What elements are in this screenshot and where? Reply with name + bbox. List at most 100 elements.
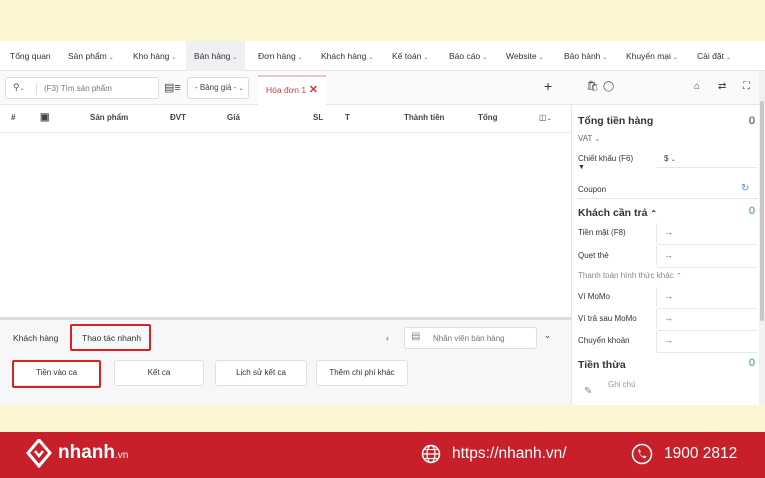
chevron-down-icon: ⌄ (725, 55, 731, 61)
discount-unit-select[interactable]: $ ⌄ (664, 154, 676, 163)
sales-toolbar: ⚲⌄ ▤≡ - Bảng giá - ⌄ Hóa đơn 1 ✕ + 🛍 ◯ ⌂… (0, 71, 765, 105)
change-value: 0 (748, 357, 755, 369)
transfer-label: Chuyển khoản (578, 336, 630, 345)
discount-label: Chiết khấu (F6) (578, 154, 634, 163)
image-icon: ▣ (40, 112, 50, 123)
website-url[interactable]: https://nhanh.vn/ (452, 445, 567, 463)
bag-icon[interactable]: 🛍 (586, 81, 599, 92)
nav-khuyen-mai[interactable]: Khuyến mại ⌄ (626, 41, 678, 71)
cart-items-area (0, 133, 571, 317)
fullscreen-icon[interactable]: ⛶ (743, 81, 750, 92)
nav-bao-cao[interactable]: Báo cáo ⌄ (449, 41, 487, 71)
payment-panel: Tổng tiền hàng 0 VAT ⌄ Chiết khấu (F6) $… (571, 105, 765, 405)
double-chevron-up-icon[interactable]: ⌃ (650, 209, 657, 218)
chevron-left-icon[interactable]: ‹ (386, 333, 389, 343)
col-product: Sản phẩm (90, 113, 129, 122)
chevron-down-icon: ⌄ (538, 55, 544, 61)
nav-tong-quan[interactable]: Tổng quan (10, 41, 51, 71)
pos-app: Tổng quan Sản phẩm ⌄ Kho hàng ⌄ Bán hàng ⌄ … (0, 41, 765, 405)
chevron-down-icon: ⌄ (602, 55, 608, 61)
momo-later-label: Ví trả sau MoMo (578, 314, 637, 323)
vat-label[interactable]: VAT ⌄ (578, 134, 600, 143)
note-field[interactable]: Ghi chú (608, 380, 636, 389)
chevron-down-icon: ⌄ (368, 55, 374, 61)
highlight-frame (70, 324, 151, 351)
arrow-right-icon[interactable]: → (664, 335, 673, 345)
chevron-down-icon: ⌄ (672, 55, 678, 61)
caret-down-icon: ▼ (578, 164, 585, 171)
cart-table-header: # ▣ Sản phẩm ĐVT Giá SL T Thành tiền Tổn… (0, 105, 571, 133)
refresh-icon[interactable]: ↻ (741, 183, 749, 194)
shift-history-button[interactable]: Lịch sử kết ca (215, 360, 307, 386)
nav-cai-dat[interactable]: Cài đặt ⌄ (697, 41, 731, 71)
divider (657, 352, 757, 353)
store-icon[interactable]: ⌂ (694, 81, 700, 92)
nav-bao-hanh[interactable]: Bảo hành ⌄ (564, 41, 607, 71)
card-label: Quẹt thẻ (578, 251, 609, 260)
nav-khach-hang[interactable]: Khách hàng ⌄ (321, 41, 373, 71)
change-label: Tiền thừa (578, 359, 626, 371)
nav-don-hang[interactable]: Đơn hàng ⌄ (258, 41, 303, 71)
divider (656, 309, 657, 329)
chevron-down-icon: ⌄ (232, 55, 238, 61)
customer-pay-value: 0 (748, 205, 755, 217)
divider (656, 223, 657, 243)
divider (656, 331, 657, 351)
product-search[interactable]: ⚲⌄ (5, 77, 159, 99)
cash-label: Tiền mặt (F8) (578, 228, 626, 237)
price-list-select[interactable]: - Bảng giá - ⌄ (187, 77, 249, 99)
end-shift-button[interactable]: Kết ca (114, 360, 204, 386)
id-card-icon: ▤ (411, 331, 421, 342)
customer-pay-label: Khách cần trả ⌃ (578, 207, 658, 219)
arrow-right-icon[interactable]: → (664, 227, 673, 237)
arrow-right-icon[interactable]: → (664, 250, 673, 260)
nav-website[interactable]: Website ⌄ (506, 41, 544, 71)
col-t: T (345, 113, 350, 122)
divider (36, 83, 37, 95)
total-value: 0 (748, 115, 755, 127)
staff-select[interactable]: ▤ (404, 327, 537, 349)
divider (656, 246, 657, 266)
arrow-right-icon[interactable]: → (664, 291, 673, 301)
close-icon[interactable]: ✕ (309, 77, 318, 103)
swap-icon[interactable]: ⇄ (718, 81, 726, 92)
barcode-scan-icon[interactable]: ▤≡ (164, 81, 181, 94)
arrow-right-icon[interactable]: → (664, 313, 673, 323)
hotline-number[interactable]: 1900 2812 (664, 445, 737, 463)
nav-ke-toan[interactable]: Kế toán ⌄ (392, 41, 428, 71)
col-total: Tổng (478, 113, 498, 122)
invoice-tab[interactable]: Hóa đơn 1 ✕ (258, 75, 326, 105)
staff-input[interactable] (433, 332, 533, 345)
phone-icon (631, 443, 653, 465)
brand-logo: nhanh.vn (58, 442, 129, 463)
search-input[interactable] (44, 81, 154, 95)
search-icon: ⚲⌄ (13, 82, 25, 92)
chevron-down-icon: ⌄ (108, 55, 114, 61)
double-chevron-down-icon: ⌄ (594, 136, 601, 143)
other-methods-label[interactable]: Thanh toán hình thức khác ⌃ (578, 271, 682, 280)
add-invoice-button[interactable]: + (544, 78, 552, 94)
globe-icon (421, 444, 441, 464)
scrollbar-thumb[interactable] (760, 101, 764, 321)
divider (657, 267, 757, 268)
add-expense-button[interactable]: Thêm chi phí khác (316, 360, 408, 386)
chevron-down-icon: ⌄ (238, 86, 244, 92)
highlight-frame (12, 360, 101, 388)
nhanh-logo-icon (26, 439, 52, 469)
nav-ban-hang[interactable]: Bán hàng ⌄ (186, 41, 246, 71)
tab-khach-hang[interactable]: Khách hàng (13, 327, 58, 349)
coupon-label: Coupon (578, 185, 607, 194)
chevron-down-icon[interactable]: ⌄ (544, 331, 551, 340)
double-chevron-up-icon: ⌃ (675, 273, 682, 280)
scrollbar[interactable] (759, 71, 765, 405)
col-price: Giá (227, 113, 240, 122)
column-settings-icon[interactable]: ◫⌄ (539, 105, 552, 132)
divider (578, 198, 758, 199)
chevron-down-icon: ⌄ (670, 157, 676, 163)
tag-icon[interactable]: ◯ (603, 81, 614, 92)
nav-kho-hang[interactable]: Kho hàng ⌄ (133, 41, 176, 71)
divider (656, 287, 657, 307)
nav-san-pham[interactable]: Sản phẩm ⌄ (68, 41, 114, 71)
divider (657, 167, 757, 168)
col-index: # (11, 113, 16, 122)
